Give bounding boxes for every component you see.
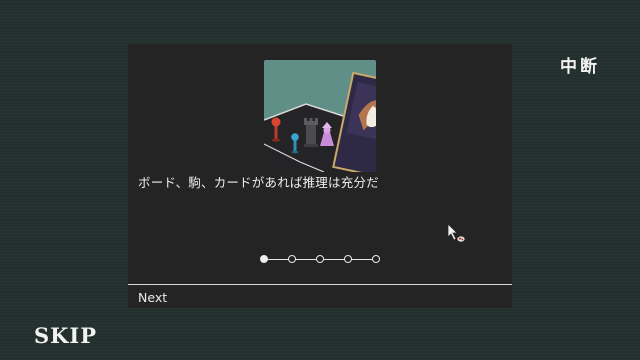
- panel-divider: [128, 284, 512, 285]
- pointer-cursor-icon: [447, 223, 465, 242]
- tutorial-text: ボード、駒、カードがあれば推理は充分だ: [138, 175, 379, 190]
- skip-button[interactable]: SKIP: [34, 322, 104, 350]
- page-dot-4[interactable]: [344, 255, 352, 263]
- rook-piece: [304, 118, 318, 147]
- board-pieces-card-illustration: [264, 60, 376, 172]
- page-dot-3[interactable]: [316, 255, 324, 263]
- suspend-button[interactable]: 中断: [556, 54, 604, 80]
- tutorial-panel: ボード、駒、カードがあれば推理は充分だ Next: [128, 44, 512, 308]
- page-dot-5[interactable]: [372, 255, 380, 263]
- next-button[interactable]: Next: [138, 289, 167, 307]
- page-dot-1[interactable]: [260, 255, 268, 263]
- page-indicator: [260, 254, 380, 266]
- page-dot-2[interactable]: [288, 255, 296, 263]
